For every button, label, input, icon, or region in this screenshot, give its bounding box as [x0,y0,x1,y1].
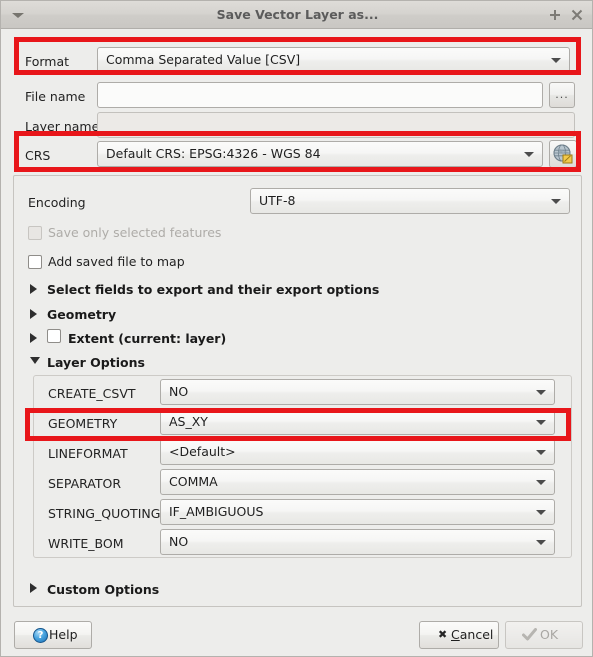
triangle-down-icon [30,357,40,364]
chevron-down-icon [551,58,561,63]
layer-name-value [105,113,568,137]
check-icon [522,628,537,641]
option-combobox-separator[interactable]: COMMA [160,469,555,495]
help-question-icon: ? [33,628,48,643]
format-label: Format [25,54,70,69]
option-combobox-geometry[interactable]: AS_XY [160,409,555,435]
encoding-value: UTF-8 [259,193,296,208]
section-toggle-layer-options[interactable] [30,354,42,368]
chevron-down-icon [536,450,546,455]
save-only-selected-label: Save only selected features [48,225,222,240]
section-label-select-fields: Select fields to export and their export… [47,282,380,297]
plus-icon [550,10,560,20]
section-label-custom-options: Custom Options [47,582,160,597]
maximize-button[interactable] [546,6,564,24]
ok-button-label: OK [540,627,559,642]
save-vector-layer-dialog: Save Vector Layer as... Format Comma Sep… [0,0,593,657]
crs-select-button[interactable] [549,140,577,168]
format-combobox[interactable]: Comma Separated Value [CSV] [97,47,570,73]
option-value-geometry: AS_XY [169,414,208,429]
extent-checkbox[interactable] [47,329,61,343]
section-toggle-select-fields[interactable] [30,282,42,296]
options-panel: Encoding UTF-8 Save only selected featur… [13,175,582,607]
chevron-down-icon [536,390,546,395]
window-title: Save Vector Layer as... [216,7,379,22]
add-saved-file-to-map-label: Add saved file to map [48,254,185,269]
crs-label: CRS [25,148,51,163]
triangle-right-icon [30,309,37,319]
title-bar: Save Vector Layer as... [1,1,592,29]
option-label-separator: SEPARATOR [48,476,122,491]
help-button[interactable]: ? Help [14,621,92,649]
option-value-lineformat: <Default> [169,444,236,459]
triangle-right-icon [30,583,37,593]
chevron-down-icon [536,540,546,545]
option-label-lineformat: LINEFORMAT [48,446,128,461]
file-name-browse-button[interactable]: ... [549,82,575,108]
help-button-label: Help [49,627,78,642]
crs-value: Default CRS: EPSG:4326 - WGS 84 [106,146,321,161]
option-combobox-lineformat[interactable]: <Default> [160,439,555,465]
option-label-string-quoting: STRING_QUOTING [48,506,161,521]
option-value-string-quoting: IF_AMBIGUOUS [169,504,264,519]
encoding-combobox[interactable]: UTF-8 [250,188,570,214]
file-name-label: File name [25,89,86,104]
option-combobox-write-bom[interactable]: NO [160,529,555,555]
option-combobox-create-csvt[interactable]: NO [160,379,555,405]
chevron-down-icon [536,480,546,485]
ok-button[interactable]: OK [505,621,583,649]
option-label-write-bom: WRITE_BOM [48,536,124,551]
file-name-input[interactable] [97,82,543,108]
cross-icon: ✖ [438,628,448,641]
section-toggle-extent[interactable] [30,331,42,345]
option-value-separator: COMMA [169,474,218,489]
chevron-down-icon [524,152,534,157]
cancel-button[interactable]: ✖ Cancel [419,621,499,649]
close-icon [571,9,583,21]
layer-options-groupbox: CREATE_CSVT NO GEOMETRY AS_XY LINEFORMAT… [33,375,572,558]
file-name-value [105,83,536,107]
globe-crs-icon [553,144,573,164]
save-only-selected-checkbox[interactable] [28,226,42,240]
triangle-right-icon [30,284,37,294]
encoding-label: Encoding [28,195,86,210]
section-toggle-custom-options[interactable] [30,581,42,595]
layer-name-label: Layer name [25,119,100,134]
triangle-right-icon [30,333,37,343]
option-value-write-bom: NO [169,534,189,549]
section-label-layer-options: Layer Options [47,355,145,370]
close-button[interactable] [568,6,586,24]
cancel-button-label: Cancel [451,627,494,642]
option-combobox-string-quoting[interactable]: IF_AMBIGUOUS [160,499,555,525]
format-value: Comma Separated Value [CSV] [106,52,301,67]
crs-combobox[interactable]: Default CRS: EPSG:4326 - WGS 84 [97,141,543,167]
layer-name-input[interactable] [97,112,575,138]
chevron-down-icon [536,420,546,425]
option-label-geometry: GEOMETRY [48,416,118,431]
add-saved-file-to-map-checkbox[interactable] [28,255,42,269]
dialog-footer: ? Help ✖ Cancel OK [2,611,592,656]
option-value-create-csvt: NO [169,384,189,399]
chevron-down-icon [551,199,561,204]
section-toggle-geometry[interactable] [30,307,42,321]
ellipsis-icon: ... [555,88,569,101]
top-form-area: Format Comma Separated Value [CSV] File … [2,29,592,169]
chevron-down-icon [536,510,546,515]
section-label-extent: Extent (current: layer) [68,331,227,346]
option-label-create-csvt: CREATE_CSVT [48,386,136,401]
cancel-button-rest: ancel [459,627,494,642]
section-label-geometry: Geometry [47,307,117,322]
